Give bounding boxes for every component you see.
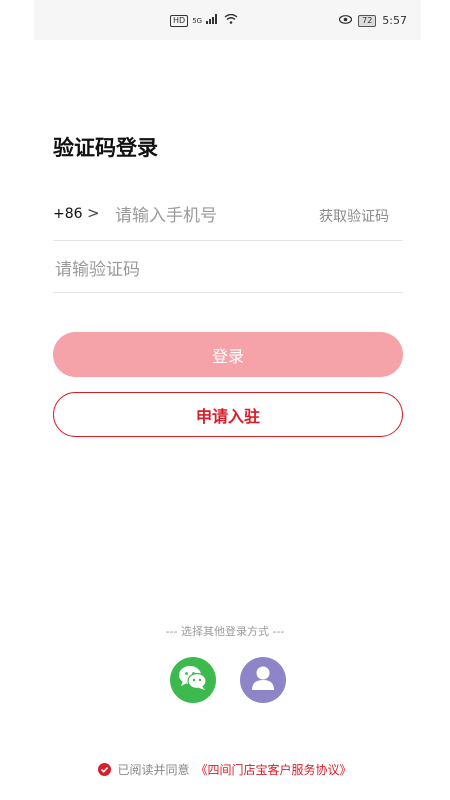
network-type: 5G — [192, 16, 203, 25]
wechat-login-button[interactable] — [170, 657, 216, 703]
apply-button[interactable]: 申请入驻 — [53, 392, 403, 437]
account-login-button[interactable] — [240, 657, 286, 703]
signal-icon — [206, 14, 220, 27]
check-icon[interactable] — [98, 763, 112, 776]
status-right: 72 5:57 — [339, 14, 407, 27]
phone-input[interactable] — [113, 202, 307, 230]
login-button[interactable]: 登录 — [53, 332, 403, 377]
code-row — [53, 248, 403, 293]
eye-icon — [339, 14, 353, 27]
wifi-icon — [224, 13, 238, 27]
get-code-button[interactable]: 获取验证码 — [319, 206, 389, 226]
agreement-row: 已阅读并同意 《四间门店宝客户服务协议》 — [0, 761, 450, 778]
battery-indicator: 72 — [358, 14, 377, 27]
status-time: 5:57 — [382, 14, 407, 27]
agreement-link[interactable]: 《四间门店宝客户服务协议》 — [196, 761, 352, 778]
phone-row: +86 > 获取验证码 — [53, 196, 403, 241]
user-icon — [250, 665, 276, 695]
status-bar: HD 5G 72 5:57 — [34, 0, 421, 40]
page-title: 验证码登录 — [53, 136, 158, 160]
chevron-right-icon[interactable]: > — [87, 204, 100, 222]
hd-badge: HD — [170, 14, 189, 27]
agreement-text: 已阅读并同意 — [117, 763, 190, 777]
other-login-label: --- 选择其他登录方式 --- — [165, 625, 285, 638]
country-code[interactable]: +86 — [53, 206, 83, 222]
verification-code-input[interactable] — [53, 256, 387, 284]
network-indicators: HD 5G — [170, 13, 238, 27]
wechat-icon — [178, 665, 208, 695]
